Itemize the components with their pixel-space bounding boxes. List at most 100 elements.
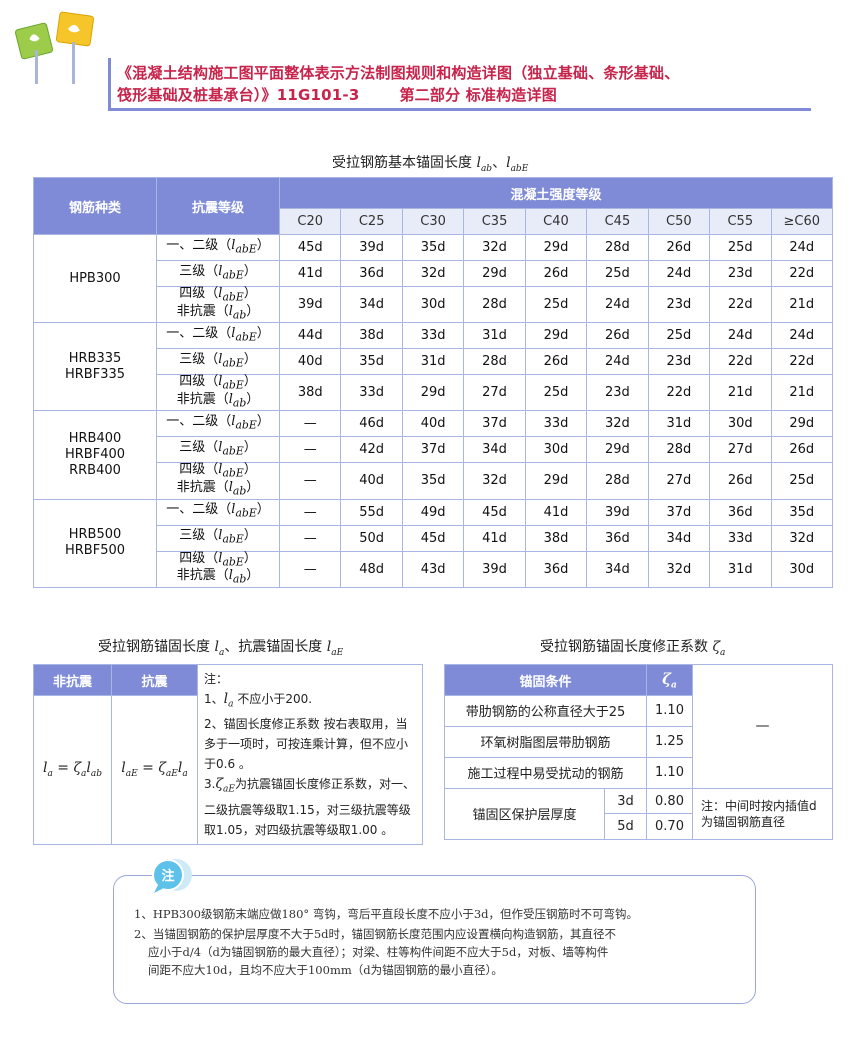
level-subscript: ab [232, 572, 247, 586]
caption-separator: 、 [492, 155, 507, 171]
grade-header-cell: C35 [463, 208, 526, 235]
anchorage-value-cell: 29d [524, 322, 588, 350]
cover-note-cell: 注：中间时按内插值d为锚固钢筋直径 [692, 787, 833, 841]
anchorage-value-cell: 40d [340, 462, 403, 500]
rebar-type-cell: HPB300 [33, 233, 157, 324]
anchorage-value-cell: — [278, 498, 342, 526]
zeta-dash-cell: — [692, 664, 833, 789]
table-row: HRB335 HRBF335 一、二级（labE） 44d 38d 33d 31d 29d 26… [33, 322, 833, 412]
anchorage-value-cell: 33d [709, 524, 772, 552]
zeta-value-cell: 0.80 [646, 787, 694, 815]
note-1-pre: 1、 [204, 692, 224, 706]
header-rebar-type: 钢筋种类 [33, 177, 157, 235]
note-icon-label: 注 [161, 868, 174, 884]
rebar-type-name: HRB500 [68, 527, 122, 543]
grade-header-cell: C50 [647, 208, 711, 235]
anchorage-value-cell: 21d [709, 374, 772, 412]
anchorage-value-cell: 26d [709, 462, 772, 500]
formula-subscript: aE [165, 769, 178, 780]
level-subscript: abE [235, 418, 257, 432]
anchorage-value-cell: 35d [770, 498, 833, 526]
seismic-level-cell: 四级（labE） 非抗震（lab） [156, 374, 280, 412]
level-label: 非抗震 [176, 391, 216, 407]
main-table-caption: 受拉钢筋基本锚固长度 lab、labE [332, 152, 528, 174]
anchorage-value-cell: 41d [463, 524, 526, 552]
anchorage-value-cell: 29d [401, 374, 465, 412]
zeta-value-cell: 0.70 [646, 813, 694, 840]
sign-green-icon [14, 22, 54, 84]
formula-term: = ζ [52, 760, 82, 777]
anchorage-value-cell: 49d [401, 498, 465, 526]
note-2: 2、锚固长度修正系数 按右表取用，当多于一项时，可按连乘计算，但不应小于0.6 … [204, 717, 409, 772]
anchorage-value-cell: 23d [709, 260, 772, 287]
anchorage-value-cell: — [278, 550, 342, 588]
seismic-level-cell: 一、二级（labE） [156, 322, 280, 350]
level-subscript: ab [232, 308, 247, 322]
anchorage-value-cell: 22d [770, 260, 833, 287]
anchorage-value-cell: 30d [770, 550, 833, 588]
anchorage-value-cell: 30d [524, 436, 588, 464]
caption-text: 受拉钢筋基本锚固长度 [332, 155, 472, 171]
anchorage-value-cell: 40d [278, 348, 342, 376]
anchorage-value-cell: 44d [278, 322, 342, 350]
anchorage-value-cell: 41d [278, 260, 342, 287]
zeta-symbol: ζ [662, 669, 672, 688]
zeta-value-cell: 1.25 [646, 725, 694, 758]
anchorage-value-cell: 43d [401, 550, 465, 588]
anchorage-value-cell: 30d [401, 285, 465, 324]
rebar-type-name: HRBF335 [64, 366, 126, 382]
anchorage-value-cell: 36d [586, 524, 649, 552]
anchorage-value-cell: 24d [586, 285, 649, 324]
seismic-level-cell: 三级（labE） [156, 260, 280, 287]
part-label: 第二部分 标准构造详图 [399, 86, 557, 104]
level-label: 一、二级 [166, 325, 219, 341]
anchorage-value-cell: 24d [770, 234, 833, 261]
rebar-type-cell: HRB335 HRBF335 [33, 322, 157, 412]
grade-header-cell: C20 [278, 208, 342, 235]
level-label: 四级 [179, 550, 206, 566]
anchorage-value-cell: 35d [401, 462, 465, 500]
header-zeta: ζa [646, 664, 694, 696]
seismic-level-cell: 三级（labE） [156, 524, 280, 552]
anchorage-value-cell: 39d [340, 234, 403, 261]
level-label: 四级 [179, 374, 206, 390]
anchorage-value-cell: 42d [340, 436, 403, 464]
zeta-value-cell: 1.10 [646, 756, 694, 789]
note-line-2: 2、当锚固钢筋的保护层厚度不大于5d时，锚固钢筋长度范围内应设置横向构造钢筋，其… [134, 927, 616, 941]
anchorage-value-cell: 29d [524, 234, 588, 261]
seismic-level-cell: 四级（labE） 非抗震（lab） [156, 550, 280, 588]
formula-seismic: laE = ζaEla [111, 695, 198, 845]
logo [14, 11, 95, 84]
anchorage-value-cell: 31d [401, 348, 465, 376]
anchorage-value-cell: 22d [647, 374, 711, 412]
rebar-type-name: RRB400 [69, 462, 121, 478]
level-label: 非抗震 [176, 568, 216, 584]
anchorage-value-cell: 26d [647, 234, 711, 261]
anchorage-value-cell: 22d [709, 348, 772, 376]
anchorage-value-cell: 25d [709, 234, 772, 261]
seismic-level-cell: 一、二级（labE） [156, 410, 280, 438]
level-label: 非抗震 [176, 479, 216, 495]
anchorage-value-cell: 29d [524, 462, 588, 500]
anchorage-value-cell: 25d [586, 260, 649, 287]
anchorage-value-cell: 25d [524, 285, 588, 324]
caption-symbol: ζ [712, 639, 721, 655]
level-subscript: abE [222, 356, 244, 370]
condition-cell: 环氧树脂图层带肋钢筋 [443, 725, 648, 758]
title-line-1: 《混凝土结构施工图平面整体表示方法制图规则和构造详图（独立基础、条形基础、 [117, 64, 680, 82]
anchorage-value-cell: 29d [770, 410, 833, 438]
cover-label-cell: 锚固区保护层厚度 [444, 787, 605, 841]
rebar-type-name: HRB400 [68, 430, 122, 446]
anchorage-value-cell: 38d [340, 322, 403, 350]
anchorage-value-cell: 34d [463, 436, 526, 464]
note-3-symbol: ζ [215, 776, 224, 793]
anchorage-value-cell: 24d [586, 348, 649, 376]
rebar-type-name: HPB300 [69, 270, 121, 286]
caption-subscript: ab [480, 163, 493, 174]
header-seismic-level: 抗震等级 [156, 177, 280, 235]
table-row: HPB300 一、二级（labE） 45d 39d 35d 32d 29d 28d 26d 25d… [33, 233, 833, 324]
anchorage-value-cell: 22d [709, 285, 772, 324]
condition-cell: 施工过程中易受扰动的钢筋 [443, 756, 648, 789]
seismic-level-cell: 三级（labE） [156, 436, 280, 464]
note-1-post: 不应小于200. [233, 692, 313, 706]
